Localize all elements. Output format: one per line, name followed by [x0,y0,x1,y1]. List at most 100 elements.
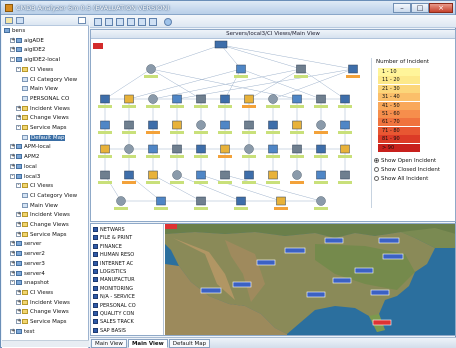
map-marker-8[interactable] [354,267,374,274]
expand-icon[interactable]: + [16,231,21,237]
ci-node[interactable] [122,144,136,159]
tree-item[interactable]: + Change Views [16,114,69,122]
tree-item[interactable]: bens [4,27,25,35]
expand-icon[interactable]: + [10,163,15,169]
ci-node[interactable] [194,120,208,135]
minimize-button[interactable]: – [393,3,411,13]
ci-node[interactable] [242,94,256,108]
service-item[interactable]: INTERNET AC [93,260,133,268]
map-marker-1[interactable] [200,287,222,294]
tree-item[interactable]: + server [10,240,41,248]
ci-node[interactable] [114,196,128,211]
map-marker-2[interactable] [256,259,276,266]
radio-icon[interactable] [374,167,379,172]
tree-item[interactable]: CI Category View [22,192,77,200]
tree-item[interactable]: - aigIDE2-local [10,56,60,64]
ci-node[interactable] [290,144,304,158]
help-icon[interactable] [164,18,172,26]
tree-horizontal-scrollbar[interactable] [2,340,89,347]
tree-item[interactable]: PERSONAL CO [22,95,69,103]
tree-item[interactable]: + Change Views [16,308,69,316]
ci-node[interactable] [314,120,328,135]
tree-item[interactable]: + Incident Views [16,105,70,113]
tree-item[interactable]: + Incident Views [16,299,70,307]
tree-item[interactable]: + aigIDE2 [10,46,45,54]
close-button[interactable]: × [429,3,453,13]
ci-node[interactable] [146,144,160,158]
incident-filter-radio[interactable]: Show All Incident [374,176,428,182]
ci-node[interactable] [290,120,304,134]
ci-node[interactable] [154,196,168,210]
collapse-icon[interactable]: - [16,125,21,130]
tree-item[interactable]: - local3 [10,173,40,181]
ci-node[interactable] [194,196,208,210]
service-item[interactable]: HUMAN RESO [93,251,134,259]
expand-icon[interactable]: + [10,47,15,53]
ci-node[interactable] [294,64,308,78]
ci-node[interactable] [234,64,248,78]
collapse-icon[interactable]: - [16,183,21,189]
view-tab[interactable]: Main View [127,339,168,348]
ci-node[interactable] [314,196,328,211]
incident-filter-radio[interactable]: Show Open Incident [374,158,436,164]
ci-node[interactable] [266,94,280,109]
view-tab[interactable]: Main View [91,339,127,348]
ci-node[interactable] [170,120,184,134]
service-item[interactable]: QUALITY CON [93,310,134,318]
grid-icon[interactable] [149,18,157,26]
ci-node[interactable] [98,94,112,108]
ci-node[interactable] [266,144,280,158]
expand-icon[interactable]: + [16,105,21,111]
ci-node[interactable] [274,196,288,210]
expand-icon[interactable]: + [10,270,15,276]
expand-icon[interactable]: + [16,299,21,305]
ci-node[interactable] [266,170,280,184]
ci-node[interactable] [242,170,256,184]
map-marker-7[interactable] [382,253,404,260]
map-marker-3[interactable] [232,281,252,288]
tree-item[interactable]: CI Category View [22,76,77,84]
expand-icon[interactable]: + [10,37,15,43]
expand-icon[interactable]: + [10,241,15,247]
root-ci-node[interactable] [214,40,228,49]
expand-icon[interactable]: + [16,289,21,295]
map-marker-9[interactable] [332,277,352,284]
tree-item[interactable]: - CI Views [16,182,53,190]
ci-node[interactable] [338,94,352,108]
ci-node[interactable] [122,94,136,108]
refresh-icon[interactable] [16,17,24,24]
ci-node[interactable] [146,94,160,109]
ci-node[interactable] [314,170,328,184]
tree-item[interactable]: + server2 [10,250,45,258]
service-item[interactable]: FINANCE [93,243,122,251]
open-folder-icon[interactable] [5,17,13,24]
save-icon[interactable] [116,18,124,26]
map-marker-11[interactable] [370,289,390,296]
ci-node[interactable] [122,170,136,184]
ci-node[interactable] [218,170,232,184]
ci-node[interactable] [144,64,158,79]
copy-icon[interactable] [105,18,113,26]
tree-item[interactable]: + test [10,328,35,336]
expand-icon[interactable]: + [16,222,21,227]
ci-node[interactable] [98,144,112,158]
tree-item[interactable]: - snapshot [10,279,49,287]
service-item[interactable]: PERSONAL CO [93,302,136,310]
tree-item[interactable]: + APM-local [10,143,51,151]
ci-node[interactable] [170,144,184,158]
map-marker-5[interactable] [324,237,344,244]
map-marker-6[interactable] [378,237,400,244]
tree-item[interactable]: + Incident Views [16,211,70,219]
layout-icon[interactable] [138,18,146,26]
map-marker-10[interactable] [306,291,326,298]
tree-item[interactable]: + Service Maps [16,318,67,326]
ci-node[interactable] [290,170,304,185]
ci-node[interactable] [98,120,112,134]
alert-node[interactable] [93,43,103,49]
tree-item[interactable]: + aigADE [10,37,44,45]
ci-node[interactable] [170,94,184,108]
ci-node[interactable] [146,120,160,134]
ci-node[interactable] [122,120,136,134]
map-marker-12[interactable] [372,319,392,326]
tree-item[interactable]: + Change Views [16,221,69,229]
